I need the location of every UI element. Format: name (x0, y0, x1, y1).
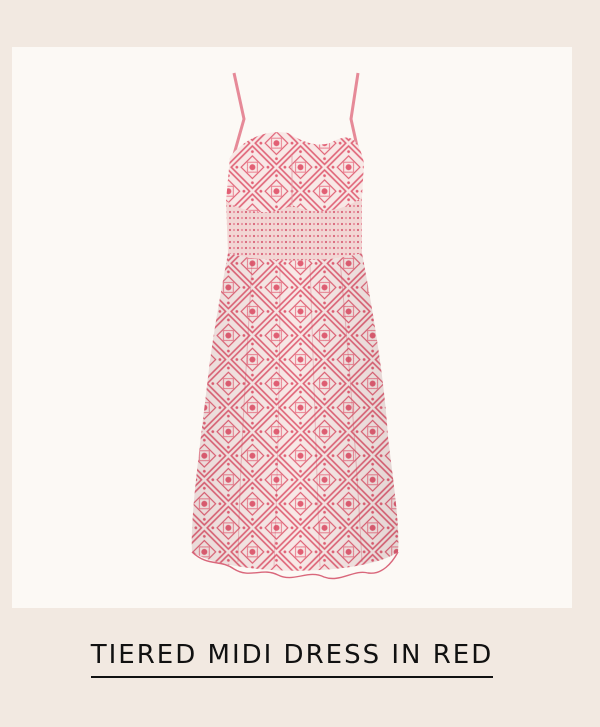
product-image-card[interactable] (12, 47, 572, 608)
caption-area: TIERED MIDI DRESS IN RED (0, 640, 584, 678)
product-title-link[interactable]: TIERED MIDI DRESS IN RED (90, 640, 494, 678)
dress-bodice (226, 132, 364, 214)
dress-image (191, 72, 399, 580)
